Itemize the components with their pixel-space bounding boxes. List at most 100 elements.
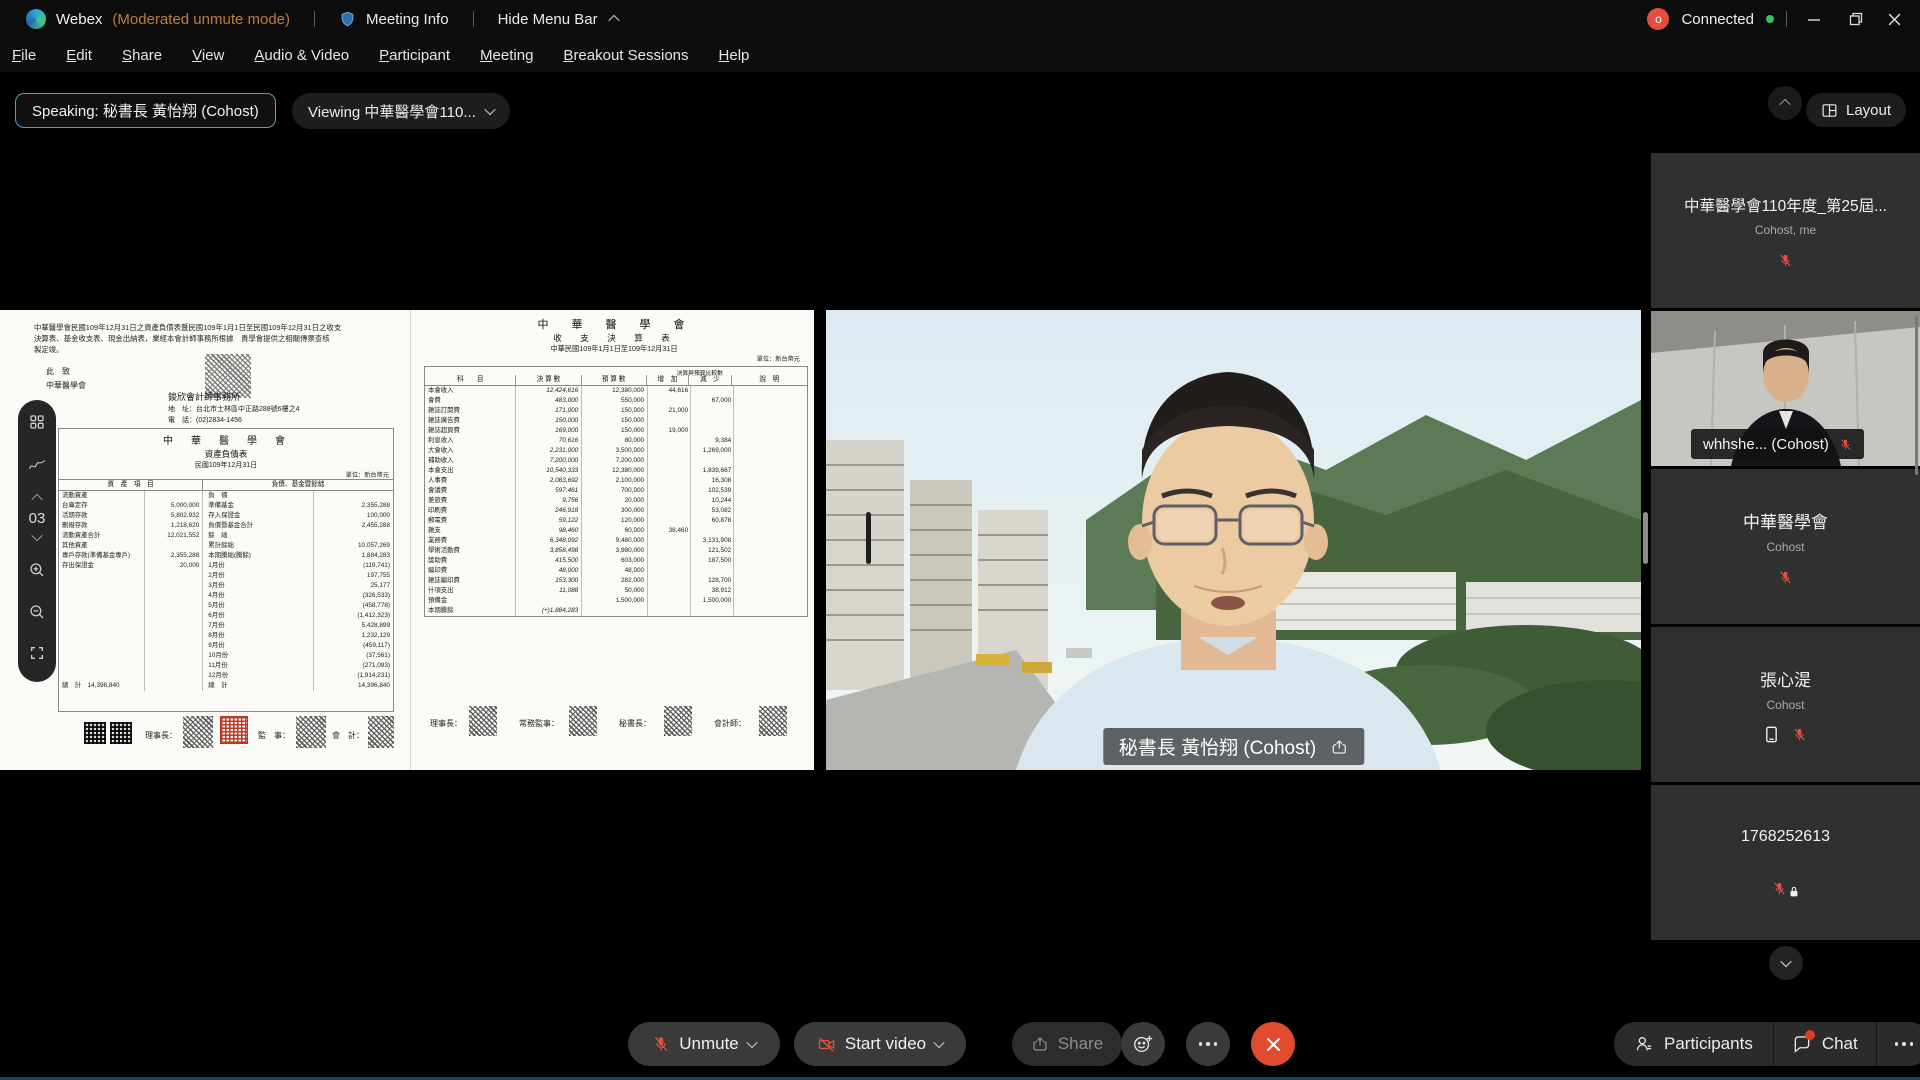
chat-label: Chat <box>1822 1034 1858 1054</box>
main-video: 秘書長 黃怡翔 (Cohost) <box>826 310 1641 770</box>
letter-salute: 此 致 <box>46 366 70 377</box>
right-resize-handle[interactable] <box>1643 512 1648 564</box>
zoom-in-icon[interactable] <box>28 561 46 579</box>
hide-menu-bar-button[interactable]: Hide Menu Bar <box>498 11 598 28</box>
speaking-text: Speaking: 秘書長 黃怡翔 (Cohost) <box>32 100 259 121</box>
participant-name: 張心湜 <box>1760 666 1811 691</box>
panel-scrollbar[interactable] <box>1915 315 1918 475</box>
letter-addressee: 中華醫學會 <box>46 380 86 391</box>
is-compare-group: 決算與預算比較數 <box>677 368 723 377</box>
red-seal-stamp <box>220 716 248 744</box>
signature-stamp-1 <box>183 716 213 748</box>
connection-status: Connected <box>1681 11 1754 28</box>
unmute-label: Unmute <box>679 1034 739 1054</box>
thumbnails-icon[interactable] <box>29 414 45 430</box>
meeting-info-button[interactable]: Meeting Info <box>366 11 449 28</box>
layout-button[interactable]: Layout <box>1806 93 1906 127</box>
participant-name: 中華醫學會110年度_第25屆... <box>1684 194 1887 216</box>
more-options-icon <box>1895 1042 1914 1046</box>
speaking-indicator: Speaking: 秘書長 黃怡翔 (Cohost) <box>15 93 276 128</box>
more-panels-button[interactable] <box>1877 1022 1920 1066</box>
shield-icon <box>339 10 356 28</box>
stamp-label-3: 會 計： <box>332 730 364 741</box>
is-h5: 說 明 <box>731 375 807 385</box>
participants-button[interactable]: Participants <box>1614 1022 1773 1066</box>
mic-muted-icon <box>1839 438 1852 451</box>
share-label: Share <box>1058 1034 1103 1054</box>
unmute-button[interactable]: Unmute <box>628 1022 780 1066</box>
firm-address: 地 址：台北市士林區中正路288號6樓之4 <box>168 404 299 414</box>
bs-col-left: 資 產 項 目 <box>59 480 202 490</box>
page-up-icon[interactable] <box>31 494 42 505</box>
window-titlebar: Webex (Moderated unmute mode) Meeting In… <box>0 0 1920 38</box>
menu-audio-video[interactable]: Audio & Video <box>254 47 349 64</box>
balance-sheet-rows: 流動資產負 債台庫定存5,000,000準備基金2,355,288活期存款5,8… <box>59 491 393 691</box>
is-stamp-label-3: 秘書長： <box>619 718 651 729</box>
menu-view[interactable]: View <box>192 47 224 64</box>
viewing-dropdown[interactable]: Viewing 中華醫學會110... <box>292 93 510 129</box>
close-x-icon <box>1265 1036 1282 1053</box>
viewing-text: Viewing 中華醫學會110... <box>308 101 476 122</box>
video-options-chevron[interactable] <box>933 1037 944 1048</box>
chat-button[interactable]: Chat <box>1774 1022 1876 1066</box>
mic-muted-icon <box>1778 570 1793 585</box>
close-button[interactable] <box>1883 12 1906 27</box>
menu-share[interactable]: Share <box>122 47 162 64</box>
connected-dot <box>1766 15 1774 23</box>
stamp-label-1: 理事長： <box>145 730 177 741</box>
shared-document: 中華醫學會民國109年12月31日之資產負債表暨民國109年1月1日至民國109… <box>0 310 814 770</box>
chevron-down-icon <box>484 104 495 115</box>
is-unit: 單位：新台幣元 <box>414 354 814 363</box>
participant-tile-2[interactable]: whhshe... (Cohost) <box>1651 311 1920 466</box>
more-controls-button[interactable] <box>1186 1022 1230 1066</box>
page-down-icon[interactable] <box>31 530 42 541</box>
menu-participant[interactable]: Participant <box>379 47 450 64</box>
start-video-button[interactable]: Start video <box>794 1022 966 1066</box>
share-button[interactable]: Share <box>1012 1022 1122 1066</box>
menu-edit[interactable]: Edit <box>66 47 92 64</box>
is-stamp-4 <box>759 706 787 736</box>
qr-code <box>84 722 106 744</box>
mode-note: (Moderated unmute mode) <box>112 11 290 28</box>
share-icon <box>1031 1035 1049 1053</box>
reactions-button[interactable] <box>1121 1022 1165 1066</box>
firm-name: 鋑欣會計師事務所 <box>168 390 240 403</box>
unmute-options-chevron[interactable] <box>746 1037 757 1048</box>
panel-buttons-group: Participants Chat <box>1614 1022 1920 1066</box>
is-stamp-2 <box>569 706 597 736</box>
zoom-out-icon[interactable] <box>28 603 46 621</box>
participant-tile-3[interactable]: 中華醫學會 Cohost <box>1651 469 1920 624</box>
share-pop-icon[interactable] <box>1330 738 1348 756</box>
leave-meeting-button[interactable] <box>1251 1022 1295 1066</box>
minimize-button[interactable] <box>1799 12 1829 26</box>
chevron-up-icon[interactable] <box>608 15 619 26</box>
maximize-button[interactable] <box>1841 12 1871 26</box>
participant-tile-4[interactable]: 張心湜 Cohost <box>1651 627 1920 782</box>
camera-off-icon <box>817 1035 836 1054</box>
menu-help[interactable]: Help <box>719 47 750 64</box>
balance-sheet-title: 資產負債表 <box>59 448 393 460</box>
participant-role: Cohost, me <box>1755 223 1816 237</box>
annotate-icon[interactable] <box>28 458 46 472</box>
income-statement-rows: 本會收入12,424,61612,380,00044,616會費483,0005… <box>425 386 807 616</box>
left-resize-handle[interactable] <box>866 512 871 564</box>
is-stamp-label-2: 常務監事： <box>519 718 559 729</box>
balance-sheet-org: 中 華 醫 學 會 <box>59 432 393 447</box>
balance-sheet-date: 民國109年12月31日 <box>59 460 393 470</box>
lock-icon <box>1789 886 1799 897</box>
phone-device-icon <box>1765 726 1778 743</box>
avatar-letter: o <box>1655 12 1662 26</box>
menu-meeting[interactable]: Meeting <box>480 47 533 64</box>
menu-file[interactable]: File <box>12 47 36 64</box>
menu-breakout-sessions[interactable]: Breakout Sessions <box>563 47 688 64</box>
avatar[interactable]: o <box>1647 8 1669 30</box>
participant-tile-1[interactable]: 中華醫學會110年度_第25屆... Cohost, me <box>1651 153 1920 308</box>
participant-tile-5[interactable]: 1768252613 <box>1651 785 1920 940</box>
speaker-name-label: 秘書長 黃怡翔 (Cohost) <box>1103 728 1364 765</box>
scroll-participants-button[interactable] <box>1769 946 1803 980</box>
signature-stamp-3 <box>368 716 394 748</box>
income-statement-page: 中 華 醫 學 會 收 支 決 算 表 中華民國109年1月1日至109年12月… <box>414 310 814 770</box>
collapse-panel-button[interactable] <box>1768 86 1802 120</box>
auditor-letter: 中華醫學會民國109年12月31日之資產負債表暨民國109年1月1日至民國109… <box>34 322 394 355</box>
fullscreen-icon[interactable] <box>29 645 45 661</box>
